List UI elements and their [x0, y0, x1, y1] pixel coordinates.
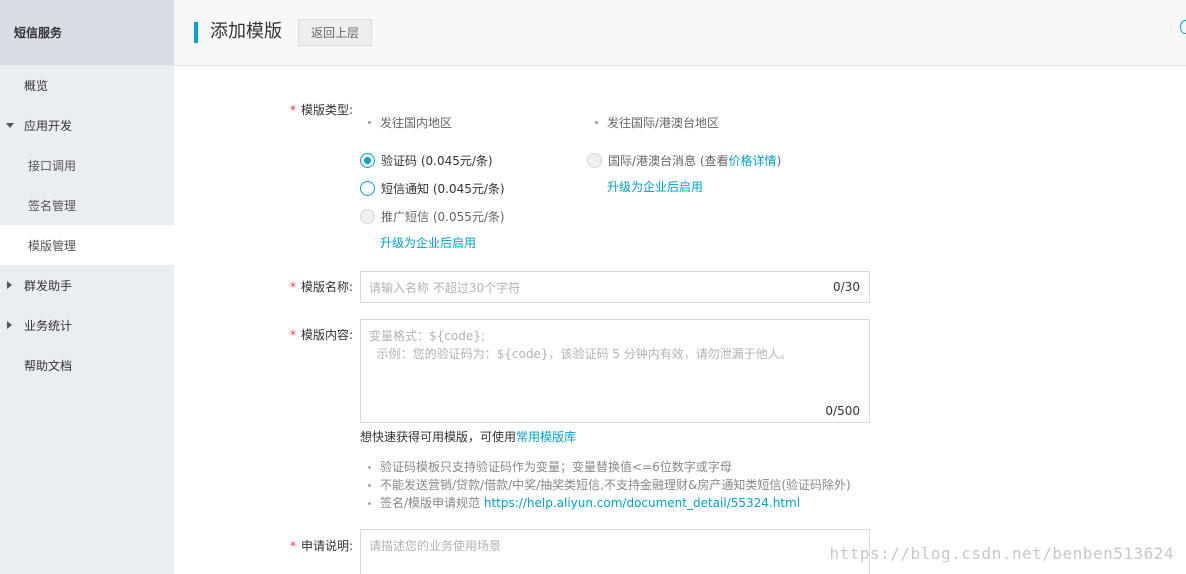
required-icon: *: [290, 328, 296, 342]
page-title: 添加模版: [210, 21, 282, 42]
intl-upgrade-link[interactable]: 升级为企业后启用: [607, 178, 703, 195]
intl-heading: 发往国际/港澳台地区: [594, 116, 720, 130]
page-header: 添加模版 返回上层: [174, 0, 1186, 66]
sidebar-item-label: 应用开发: [24, 118, 73, 133]
sidebar-item-stats[interactable]: 业务统计: [0, 305, 174, 345]
sidebar-item-api[interactable]: 接口调用: [0, 145, 174, 185]
template-type-label: * 模版类型:: [290, 103, 354, 117]
sidebar-item-templates[interactable]: 模版管理: [0, 225, 174, 265]
sidebar-item-help[interactable]: 帮助文档: [0, 345, 174, 385]
sidebar: 短信服务 概览 应用开发 接口调用 签名管理 模版管理 群发助手 业务统计 帮助…: [0, 0, 174, 574]
price-details-link[interactable]: 价格详情: [729, 152, 777, 169]
template-name-label: * 模版名称:: [290, 280, 354, 294]
radio-intl-message: 国际/港澳台消息 (查看 价格详情): [587, 152, 781, 169]
sidebar-item-overview[interactable]: 概览: [0, 65, 174, 105]
sidebar-item-app-dev[interactable]: 应用开发: [0, 105, 174, 145]
back-button[interactable]: 返回上层: [298, 19, 372, 46]
domestic-upgrade-link[interactable]: 升级为企业后启用: [380, 234, 476, 251]
list-item: 不能发送营销/贷款/借款/中奖/抽奖类短信,不支持金融理财&房产通知类短信(验证…: [368, 478, 851, 492]
watermark: https://blog.csdn.net/benben513624: [829, 544, 1174, 563]
radio-sms-notification[interactable]: 短信通知 (0.045元/条): [360, 180, 505, 197]
sidebar-item-label: 业务统计: [24, 318, 73, 333]
content-notes: 验证码模板只支持验证码作为变量；变量替换值<=6位数字或字母 不能发送营销/贷款…: [368, 458, 851, 512]
domestic-heading: 发往国内地区: [367, 116, 453, 130]
radio-verification-code[interactable]: 验证码 (0.045元/条): [360, 152, 493, 169]
sidebar-item-signatures[interactable]: 签名管理: [0, 185, 174, 225]
template-library-hint: 想快速获得可用模版，可使用常用模版库: [360, 430, 577, 444]
template-content-label: * 模版内容:: [290, 328, 354, 342]
radio-icon: [360, 181, 375, 196]
description-textarea[interactable]: 请描述您的业务使用场景: [360, 529, 870, 574]
template-content-textarea[interactable]: 变量格式：${code}; 示例：您的验证码为：${code}，该验证码 5 分…: [360, 319, 870, 423]
required-icon: *: [290, 539, 296, 553]
caret-down-icon: [6, 123, 14, 128]
title-accent-bar: [194, 22, 198, 43]
sidebar-item-bulk-send[interactable]: 群发助手: [0, 265, 174, 305]
caret-right-icon: [7, 321, 12, 329]
content-char-counter: 0/500: [825, 404, 860, 418]
description-label: * 申请说明:: [290, 539, 354, 553]
spec-doc-link[interactable]: https://help.aliyun.com/document_detail/…: [484, 496, 800, 510]
required-icon: *: [290, 280, 296, 294]
radio-disabled-icon: [587, 153, 602, 168]
help-icon[interactable]: [1180, 20, 1186, 34]
required-icon: *: [290, 103, 296, 117]
list-item: 签名/模版申请规范 https://help.aliyun.com/docume…: [368, 494, 851, 512]
sidebar-title: 短信服务: [0, 0, 174, 65]
radio-disabled-icon: [360, 209, 375, 224]
radio-checked-icon: [360, 153, 375, 168]
radio-promo-sms: 推广短信 (0.055元/条): [360, 208, 505, 225]
sidebar-item-label: 群发助手: [24, 278, 73, 293]
list-item: 验证码模板只支持验证码作为变量；变量替换值<=6位数字或字母: [368, 458, 851, 476]
template-library-link[interactable]: 常用模版库: [516, 430, 576, 444]
name-char-counter: 0/30: [833, 280, 860, 294]
template-name-input[interactable]: 请输入名称 不超过30个字符 0/30: [360, 271, 870, 303]
caret-right-icon: [7, 281, 12, 289]
